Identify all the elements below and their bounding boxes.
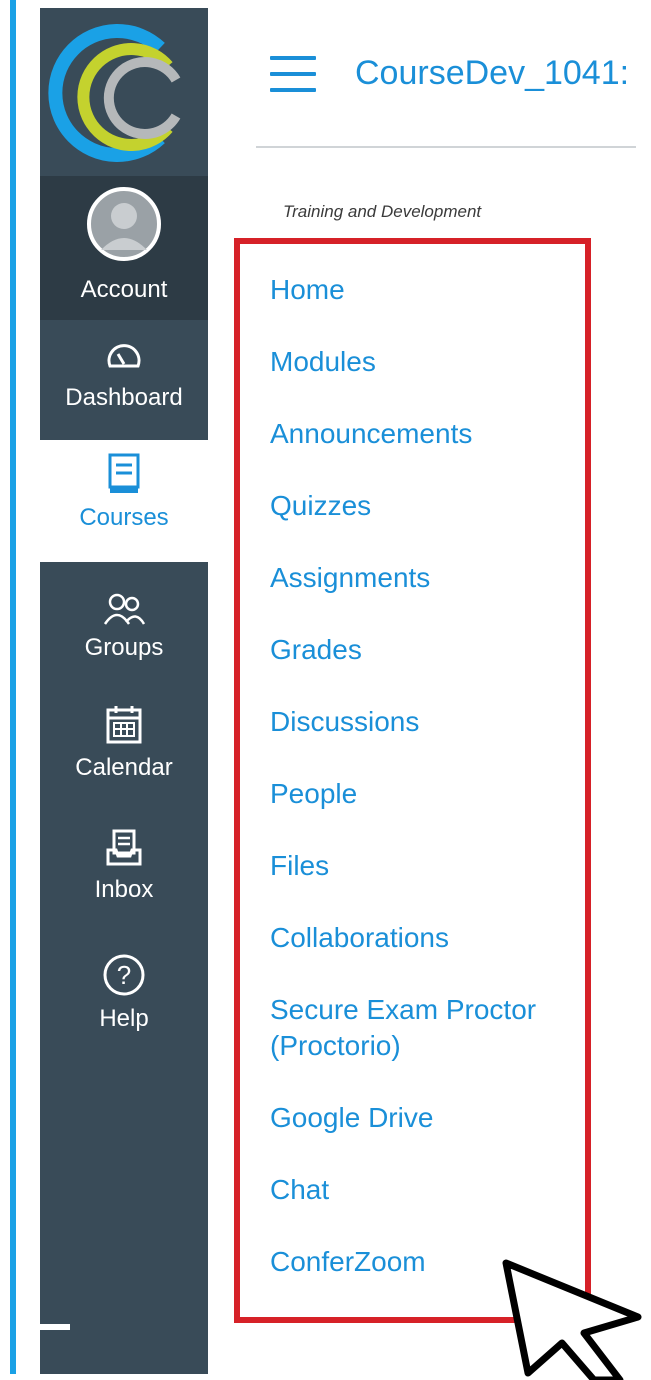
course-nav-quizzes[interactable]: Quizzes <box>270 488 590 524</box>
nav-groups-label: Groups <box>84 634 164 661</box>
global-navigation: Account Dashboard Courses Groups Calenda… <box>40 8 208 1374</box>
hamburger-line <box>270 72 316 76</box>
course-nav-files[interactable]: Files <box>270 848 590 884</box>
left-accent-bar <box>10 0 16 1374</box>
header-divider <box>256 146 636 148</box>
mouse-pointer-icon <box>502 1259 642 1380</box>
nav-help-label: Help <box>99 1005 149 1032</box>
course-nav-collaborations[interactable]: Collaborations <box>270 920 590 956</box>
course-nav-google-drive[interactable]: Google Drive <box>270 1100 590 1136</box>
nav-inbox-label: Inbox <box>94 876 154 903</box>
course-nav-grades[interactable]: Grades <box>270 632 590 668</box>
calendar-icon <box>106 706 142 744</box>
courses-icon <box>108 453 140 493</box>
course-nav-secure-exam-proctor[interactable]: Secure Exam Proctor (Proctorio) <box>270 992 590 1064</box>
nav-groups[interactable]: Groups <box>40 584 208 694</box>
course-navigation: Home Modules Announcements Quizzes Assig… <box>270 272 590 1316</box>
nav-dashboard[interactable]: Dashboard <box>40 320 208 440</box>
logo-icon <box>48 24 181 162</box>
course-nav-chat[interactable]: Chat <box>270 1172 590 1208</box>
groups-icon <box>103 593 146 625</box>
course-nav-assignments[interactable]: Assignments <box>270 560 590 596</box>
nav-calendar-label: Calendar <box>75 754 173 781</box>
account-avatar-icon <box>87 187 161 261</box>
nav-inbox[interactable]: Inbox <box>40 828 208 938</box>
course-nav-home[interactable]: Home <box>270 272 590 308</box>
course-nav-announcements[interactable]: Announcements <box>270 416 590 452</box>
subaccount-label: Training and Development <box>283 202 482 221</box>
course-title-link[interactable]: CourseDev_1041: <box>355 54 651 93</box>
nav-dashboard-label: Dashboard <box>65 384 183 411</box>
svg-text:?: ? <box>117 960 131 990</box>
collapse-nav-toggle[interactable] <box>40 1324 70 1330</box>
nav-account-label: Account <box>80 276 168 303</box>
course-nav-people[interactable]: People <box>270 776 590 812</box>
nav-courses-label: Courses <box>79 504 169 531</box>
nav-account[interactable]: Account <box>40 176 208 320</box>
institution-logo[interactable] <box>40 8 208 176</box>
help-icon: ? <box>103 954 145 996</box>
nav-courses[interactable]: Courses <box>40 440 208 562</box>
hamburger-line <box>270 88 316 92</box>
course-nav-discussions[interactable]: Discussions <box>270 704 590 740</box>
nav-calendar[interactable]: Calendar <box>40 700 208 810</box>
inbox-icon <box>106 829 142 866</box>
course-nav-modules[interactable]: Modules <box>270 344 590 380</box>
course-menu-toggle-button[interactable] <box>270 56 316 94</box>
hamburger-line <box>270 56 316 60</box>
nav-help[interactable]: ? Help <box>40 953 208 1063</box>
dashboard-icon <box>107 344 141 368</box>
